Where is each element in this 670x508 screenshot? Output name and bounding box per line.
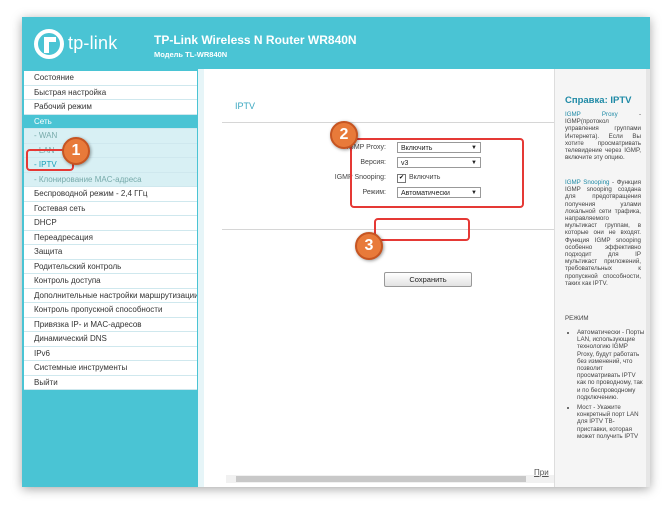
header-bar: tp-link TP-Link Wireless N Router WR840N… <box>22 17 650 69</box>
horizontal-scrollbar[interactable] <box>226 475 556 483</box>
scrollbar-thumb[interactable] <box>236 476 526 482</box>
print-link[interactable]: При <box>534 468 549 477</box>
sidebar-item-forwarding[interactable]: Переадресация <box>24 230 197 245</box>
help-igmp-proxy-body: - IGMP(протокол управления группами Инте… <box>565 111 641 162</box>
help-igmp-snooping-head: IGMP Snooping <box>565 179 610 186</box>
sidebar: Состояние Быстрая настройка Рабочий режи… <box>22 69 198 487</box>
help-igmp-snooping-body: - Функция IGMP snooping создана для пред… <box>565 179 641 287</box>
help-bullet-auto: Автоматически - Порты LAN, использующие … <box>577 329 645 401</box>
tp-link-logo: tp-link <box>34 29 144 59</box>
router-model: Модель TL-WR840N <box>154 50 228 59</box>
sidebar-item-guest-network[interactable]: Гостевая сеть <box>24 201 197 216</box>
help-igmp-proxy-head: IGMP Proxy <box>565 111 618 118</box>
highlight-save-button <box>374 218 470 241</box>
sidebar-item-dhcp[interactable]: DHCP <box>24 216 197 231</box>
divider-top <box>222 122 558 123</box>
sidebar-menu: Состояние Быстрая настройка Рабочий режи… <box>24 71 197 390</box>
sidebar-item-network[interactable]: Сеть <box>24 114 197 129</box>
help-title: Справка: IPTV <box>565 95 632 106</box>
save-button[interactable]: Сохранить <box>384 272 472 287</box>
sidebar-item-operation-mode[interactable]: Рабочий режим <box>24 100 197 115</box>
main-content: IPTV IGMP Proxy: Включить ▼ Версия: v3 ▼… <box>198 69 560 487</box>
tp-link-logo-icon <box>34 29 64 59</box>
help-igmp-proxy: IGMP Proxy - IGMP(протокол управления гр… <box>565 111 641 161</box>
sidebar-item-wireless[interactable]: Беспроводной режим - 2,4 ГГц <box>24 187 197 202</box>
help-mode-head: РЕЖИМ <box>565 315 589 322</box>
step-badge-3: 3 <box>355 232 383 260</box>
help-bullet-bridge: Мост - Укажите конкретный порт LAN для I… <box>577 404 645 440</box>
logo-text: tp-link <box>68 33 118 53</box>
help-mode-list: Автоматически - Порты LAN, использующие … <box>565 329 645 443</box>
sidebar-item-system-tools[interactable]: Системные инструменты <box>24 361 197 376</box>
sidebar-item-logout[interactable]: Выйти <box>24 375 197 390</box>
step-badge-1: 1 <box>62 137 90 165</box>
sidebar-item-advanced-routing[interactable]: Дополнительные настройки маршрутизации <box>24 288 197 303</box>
highlight-iptv-form <box>350 138 524 208</box>
help-panel: Справка: IPTV IGMP Proxy - IGMP(протокол… <box>554 69 650 487</box>
sidebar-item-mac-clone[interactable]: - Клонирование MAC-адреса <box>24 172 197 187</box>
sidebar-item-status[interactable]: Состояние <box>24 71 197 86</box>
page-title: IPTV <box>235 101 256 111</box>
sidebar-item-ipv6[interactable]: IPv6 <box>24 346 197 361</box>
sidebar-item-wan[interactable]: - WAN <box>24 129 197 144</box>
step-badge-2: 2 <box>330 121 358 149</box>
sidebar-item-bandwidth-control[interactable]: Контроль пропускной способности <box>24 303 197 318</box>
sidebar-item-security[interactable]: Защита <box>24 245 197 260</box>
sidebar-item-quick-setup[interactable]: Быстрая настройка <box>24 85 197 100</box>
sidebar-item-access-control[interactable]: Контроль доступа <box>24 274 197 289</box>
help-scrollbar[interactable] <box>646 69 650 487</box>
sidebar-item-dynamic-dns[interactable]: Динамический DNS <box>24 332 197 347</box>
help-igmp-snooping: IGMP Snooping - Функция IGMP snooping со… <box>565 179 641 287</box>
sidebar-item-ip-mac-binding[interactable]: Привязка IP- и MAC-адресов <box>24 317 197 332</box>
router-window: tp-link TP-Link Wireless N Router WR840N… <box>22 17 650 487</box>
sidebar-item-parental-control[interactable]: Родительский контроль <box>24 259 197 274</box>
router-title: TP-Link Wireless N Router WR840N <box>154 33 357 47</box>
